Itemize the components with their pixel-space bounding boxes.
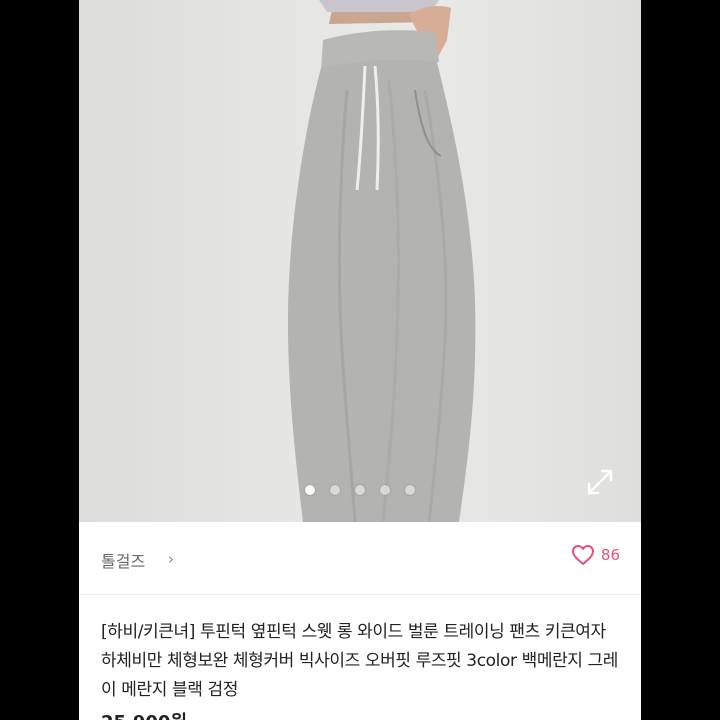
gallery-dot[interactable] bbox=[405, 485, 415, 495]
product-card: 톨걸즈 › 86 [하비/키큰녀] 투핀턱 옆핀턱 스웻 롱 와이드 벌룬 트레… bbox=[79, 0, 641, 720]
gallery-dot[interactable] bbox=[330, 485, 340, 495]
product-photo-illustration bbox=[287, 0, 476, 522]
gallery-pagination bbox=[79, 485, 641, 497]
product-image[interactable] bbox=[79, 0, 641, 522]
like-button[interactable]: 86 bbox=[571, 544, 620, 566]
product-price: 25,900원 bbox=[101, 708, 187, 720]
expand-button[interactable] bbox=[585, 467, 615, 497]
chevron-right-icon: › bbox=[168, 550, 174, 568]
gallery-dot[interactable] bbox=[380, 485, 390, 495]
product-title: [하비/키큰녀] 투핀턱 옆핀턱 스웻 롱 와이드 벌룬 트레이닝 팬츠 키큰여… bbox=[101, 622, 619, 700]
like-count: 86 bbox=[600, 546, 620, 564]
heart-outline-icon bbox=[571, 545, 594, 565]
gallery-dot[interactable] bbox=[355, 485, 365, 495]
expand-icon bbox=[587, 469, 613, 495]
store-row: 톨걸즈 › 86 bbox=[79, 522, 641, 595]
gallery-dot[interactable] bbox=[305, 485, 315, 495]
store-name-link[interactable]: 톨걸즈 bbox=[101, 548, 145, 572]
